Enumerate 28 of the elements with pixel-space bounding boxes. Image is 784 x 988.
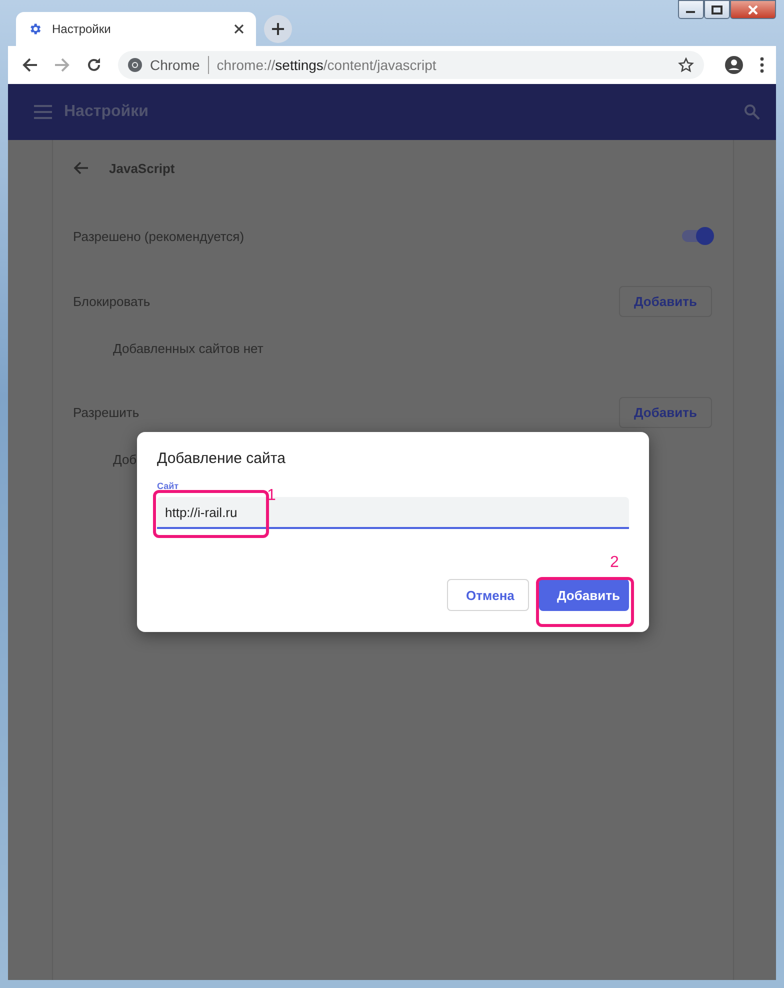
gear-icon <box>28 22 42 36</box>
close-button[interactable] <box>730 0 776 19</box>
url-text: chrome://settings/content/javascript <box>216 57 438 73</box>
section-title: Блокировать <box>73 294 150 308</box>
close-icon[interactable] <box>234 24 244 34</box>
reload-icon[interactable] <box>86 57 102 73</box>
profile-icon[interactable] <box>724 55 744 75</box>
close-icon <box>747 4 759 14</box>
menu-icon[interactable] <box>760 57 764 73</box>
address-bar[interactable]: Chrome chrome://settings/content/javascript <box>118 51 704 79</box>
cancel-button[interactable]: Отмена <box>447 579 529 611</box>
maximize-button[interactable] <box>704 0 730 19</box>
field-label: Сайт <box>157 481 180 491</box>
section-title: Разрешить <box>73 404 140 420</box>
browser-tab[interactable]: Настройки <box>16 12 256 46</box>
empty-list-text: Добавленных сайтов нет <box>113 341 264 356</box>
new-tab-icon[interactable] <box>264 15 292 43</box>
dialog-title: Добавление сайта <box>157 450 286 467</box>
page-title: JavaScript <box>109 160 175 176</box>
maximize-icon <box>711 4 723 14</box>
add-button[interactable]: Добавить <box>539 579 629 611</box>
chrome-logo-icon <box>128 58 142 72</box>
step-number: 2 <box>610 554 619 572</box>
empty-list-text: Доб <box>113 452 137 467</box>
star-icon[interactable] <box>678 57 694 73</box>
setting-label: Разрешено (рекомендуется) <box>73 228 244 244</box>
back-icon[interactable] <box>22 57 38 73</box>
minimize-button[interactable] <box>678 0 704 19</box>
